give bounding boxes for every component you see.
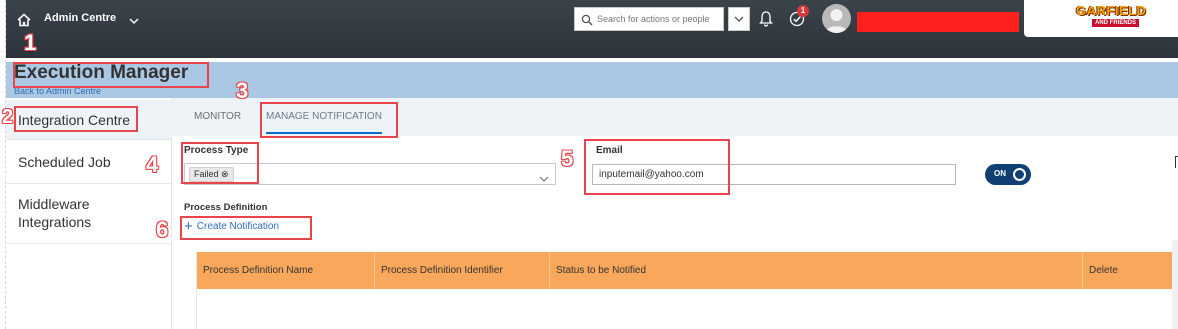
annotation-box-3 — [260, 102, 398, 138]
annotation-box-4 — [181, 142, 259, 184]
annotation-number-2: 2 — [2, 106, 14, 128]
home-icon[interactable] — [16, 12, 32, 28]
bell-icon[interactable] — [758, 10, 774, 33]
title-band — [172, 62, 1178, 98]
search-input[interactable] — [597, 10, 721, 28]
annotation-number-6: 6 — [156, 217, 169, 242]
tab-monitor[interactable]: MONITOR — [194, 111, 241, 122]
chevron-down-icon[interactable] — [539, 170, 549, 188]
column-header-status-to-be-notified[interactable]: Status to be Notified — [550, 252, 1083, 289]
toggle-knob — [1013, 168, 1026, 181]
company-logo: GARFIELD AND FRIENDS — [1024, 0, 1178, 37]
annotation-number-4: 4 — [146, 152, 159, 177]
annotation-number-3: 3 — [236, 78, 249, 103]
shell-header: Admin Centre 1 GARFIELD AND FRIENDS — [6, 0, 1178, 58]
page: Admin Centre 1 GARFIELD AND FRIENDS — [0, 0, 1178, 329]
annotation-box-6 — [180, 216, 312, 240]
sidebar-item-middleware-integrations[interactable]: Middleware Integrations — [6, 184, 172, 244]
annotation-number-5: 5 — [561, 146, 574, 171]
app-title[interactable]: Admin Centre — [44, 12, 116, 24]
redacted-user-name — [857, 12, 1019, 32]
chevron-down-icon — [734, 16, 744, 22]
sidebar-item-label: Middleware Integrations — [18, 196, 92, 230]
search-icon[interactable] — [581, 13, 593, 31]
avatar[interactable] — [822, 4, 851, 33]
sidebar-item-label: Scheduled Job — [18, 154, 111, 170]
column-header-process-definition-name[interactable]: Process Definition Name — [197, 252, 375, 289]
logo-subtitle: AND FRIENDS — [1092, 19, 1140, 27]
annotation-box-5 — [584, 139, 730, 195]
annotation-box-2 — [14, 106, 138, 132]
logo-text: GARFIELD — [1076, 3, 1147, 18]
table-header: Process Definition Name Process Definiti… — [197, 252, 1173, 289]
search-scope-dropdown[interactable] — [728, 7, 750, 31]
sidebar: Integration Centre Scheduled Job Middlew… — [6, 98, 172, 329]
chevron-down-icon[interactable] — [128, 13, 140, 24]
annotation-number-1: 1 — [24, 30, 37, 55]
notification-badge: 1 — [797, 5, 809, 17]
process-definition-label: Process Definition — [184, 202, 268, 213]
annotation-box-1 — [13, 62, 209, 88]
scrollbar[interactable] — [1172, 240, 1178, 329]
notification-table: Process Definition Name Process Definiti… — [196, 252, 1173, 329]
toggle-label: ON — [994, 169, 1006, 178]
notification-toggle[interactable]: ON — [985, 164, 1031, 185]
column-header-process-definition-identifier[interactable]: Process Definition Identifier — [375, 252, 550, 289]
search-field[interactable] — [574, 7, 724, 31]
column-header-delete[interactable]: Delete — [1083, 252, 1173, 289]
